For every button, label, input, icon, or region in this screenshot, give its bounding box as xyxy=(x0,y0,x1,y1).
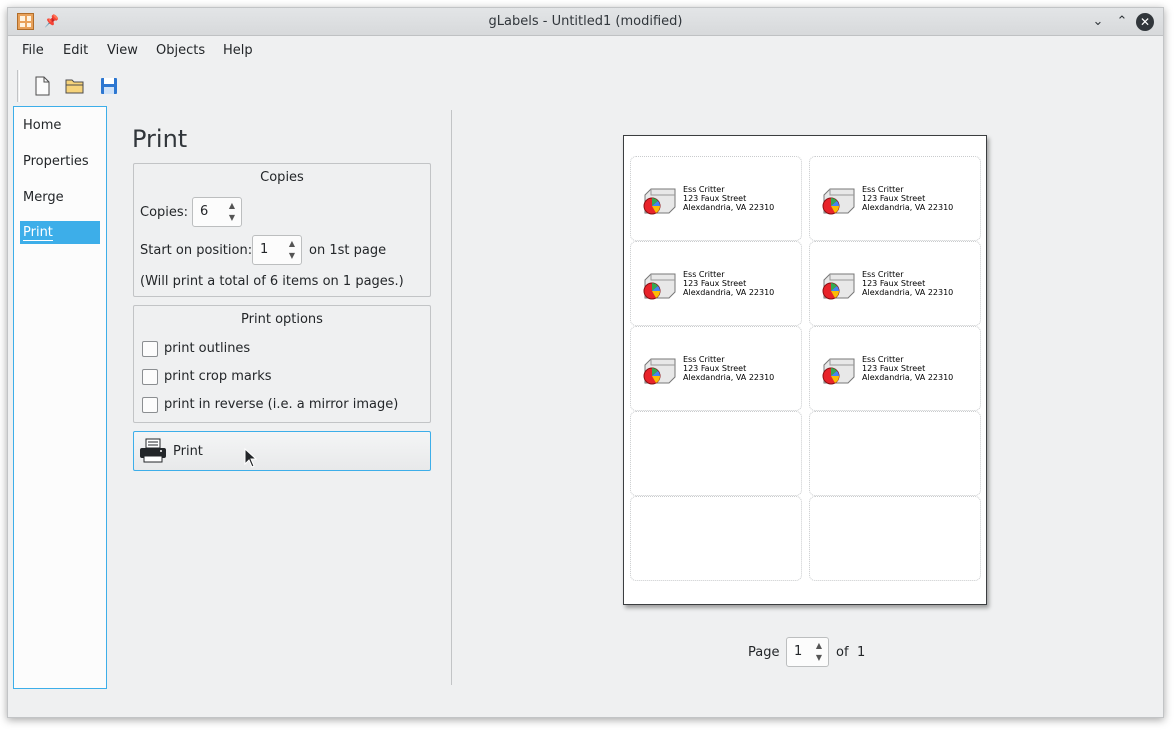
toolbar-grip[interactable] xyxy=(17,70,20,102)
label-cell xyxy=(630,496,802,581)
label-address-text: Ess Critter 123 Faux Street Alexdandria, V… xyxy=(862,270,953,297)
copies-value: 6 xyxy=(200,204,209,219)
maximize-button[interactable]: ⌃ xyxy=(1112,12,1132,32)
save-icon[interactable] xyxy=(98,75,120,97)
toolbar xyxy=(8,68,1163,104)
page-label: Page xyxy=(748,645,780,660)
panel-divider xyxy=(451,110,452,685)
nav-item-home[interactable]: Home xyxy=(23,118,61,133)
page-title: Print xyxy=(132,125,188,153)
copies-group-title: Copies xyxy=(260,170,304,185)
drive-icon xyxy=(818,357,856,385)
print-preview-page: Ess Critter 123 Faux Street Alexdandria, V… xyxy=(623,135,987,605)
copies-spinbox[interactable]: 6 ▲ ▼ xyxy=(192,197,242,227)
label-cell: Ess Critter 123 Faux Street Alexdandria, V… xyxy=(630,156,802,241)
print-options-title: Print options xyxy=(241,312,323,327)
nav-item-merge[interactable]: Merge xyxy=(23,190,64,205)
of-label: of xyxy=(836,645,849,660)
print-options-group: Print options print outlines print crop … xyxy=(133,305,431,423)
nav-item-print[interactable]: Print xyxy=(20,221,100,244)
page-spinbox[interactable]: 1 ▲ ▼ xyxy=(786,637,829,667)
label-address-line: Alexdandria, VA 22310 xyxy=(683,203,775,212)
label-address-line: 123 Faux Street xyxy=(862,279,926,288)
print-outlines-label[interactable]: print outlines xyxy=(164,341,250,356)
label-cell xyxy=(630,411,802,496)
start-position-spinbox[interactable]: 1 ▲ ▼ xyxy=(252,235,302,265)
close-button[interactable]: ✕ xyxy=(1136,13,1154,31)
label-address-line: 123 Faux Street xyxy=(683,279,747,288)
label-address-line: 123 Faux Street xyxy=(683,364,747,373)
start-position-label: Start on position: xyxy=(140,243,253,258)
label-cell: Ess Critter 123 Faux Street Alexdandria, V… xyxy=(630,326,802,411)
label-address-text: Ess Critter 123 Faux Street Alexdandria, V… xyxy=(683,185,774,212)
spin-arrows-icon[interactable]: ▲ ▼ xyxy=(287,238,297,262)
drive-icon xyxy=(639,272,677,300)
copies-label: Copies: xyxy=(140,205,189,220)
label-address-line: Alexdandria, VA 22310 xyxy=(862,373,954,382)
spin-arrows-icon[interactable]: ▲ ▼ xyxy=(814,640,824,664)
label-address-line: Ess Critter xyxy=(683,355,725,364)
nav-item-properties[interactable]: Properties xyxy=(23,154,89,169)
menu-objects[interactable]: Objects xyxy=(156,43,205,58)
app-window: 📌 gLabels - Untitled1 (modified) ⌄ ⌃ ✕ F… xyxy=(7,7,1164,718)
label-address-line: 123 Faux Street xyxy=(862,194,926,203)
label-address-text: Ess Critter 123 Faux Street Alexdandria, V… xyxy=(683,270,774,297)
label-address-line: Ess Critter xyxy=(862,270,904,279)
menu-edit[interactable]: Edit xyxy=(63,43,88,58)
label-address-line: Ess Critter xyxy=(683,270,725,279)
label-cell: Ess Critter 123 Faux Street Alexdandria, V… xyxy=(809,156,981,241)
drive-icon xyxy=(818,187,856,215)
label-address-line: Ess Critter xyxy=(683,185,725,194)
start-position-suffix: on 1st page xyxy=(309,243,387,258)
print-button[interactable]: Print xyxy=(133,431,431,471)
label-cell: Ess Critter 123 Faux Street Alexdandria, V… xyxy=(809,326,981,411)
label-cell: Ess Critter 123 Faux Street Alexdandria, V… xyxy=(809,241,981,326)
label-address-line: 123 Faux Street xyxy=(683,194,747,203)
page-navigator: Home Properties Merge Print xyxy=(13,106,107,689)
print-reverse-label[interactable]: print in reverse (i.e. a mirror image) xyxy=(164,397,398,412)
label-address-line: Alexdandria, VA 22310 xyxy=(683,373,775,382)
new-document-icon[interactable] xyxy=(31,75,53,97)
label-address-text: Ess Critter 123 Faux Street Alexdandria, V… xyxy=(683,355,774,382)
print-button-label: Print xyxy=(173,444,203,459)
label-address-line: Alexdandria, VA 22310 xyxy=(862,288,954,297)
printer-icon xyxy=(139,438,167,468)
label-address-text: Ess Critter 123 Faux Street Alexdandria, V… xyxy=(862,355,953,382)
open-folder-icon[interactable] xyxy=(64,75,86,97)
total-pages: 1 xyxy=(857,645,866,660)
label-address-line: Ess Critter xyxy=(862,355,904,364)
menu-view[interactable]: View xyxy=(107,43,138,58)
window-title: gLabels - Untitled1 (modified) xyxy=(488,14,683,29)
label-address-text: Ess Critter 123 Faux Street Alexdandria, V… xyxy=(862,185,953,212)
mouse-cursor-icon xyxy=(244,447,258,472)
drive-icon xyxy=(639,357,677,385)
start-position-value: 1 xyxy=(260,242,269,257)
label-address-line: Alexdandria, VA 22310 xyxy=(862,203,954,212)
nav-item-print-label: Print xyxy=(23,225,53,241)
print-crop-marks-label[interactable]: print crop marks xyxy=(164,369,272,384)
print-outlines-checkbox[interactable] xyxy=(142,341,158,357)
page-value: 1 xyxy=(794,644,803,659)
label-address-line: Alexdandria, VA 22310 xyxy=(683,288,775,297)
copies-group: Copies Copies: 6 ▲ ▼ Start on position: 1… xyxy=(133,163,431,297)
menu-bar: File Edit View Objects Help xyxy=(8,37,1163,65)
drive-icon xyxy=(818,272,856,300)
print-crop-marks-checkbox[interactable] xyxy=(142,369,158,385)
title-bar[interactable]: 📌 gLabels - Untitled1 (modified) ⌄ ⌃ ✕ xyxy=(8,8,1163,36)
drive-icon xyxy=(639,187,677,215)
spin-arrows-icon[interactable]: ▲ ▼ xyxy=(227,200,237,224)
menu-help[interactable]: Help xyxy=(223,43,253,58)
label-address-line: 123 Faux Street xyxy=(862,364,926,373)
print-summary: (Will print a total of 6 items on 1 page… xyxy=(140,274,404,289)
label-cell: Ess Critter 123 Faux Street Alexdandria, V… xyxy=(630,241,802,326)
label-cell xyxy=(809,411,981,496)
label-address-line: Ess Critter xyxy=(862,185,904,194)
label-cell xyxy=(809,496,981,581)
minimize-button[interactable]: ⌄ xyxy=(1088,12,1108,32)
print-reverse-checkbox[interactable] xyxy=(142,397,158,413)
menu-file[interactable]: File xyxy=(22,43,44,58)
